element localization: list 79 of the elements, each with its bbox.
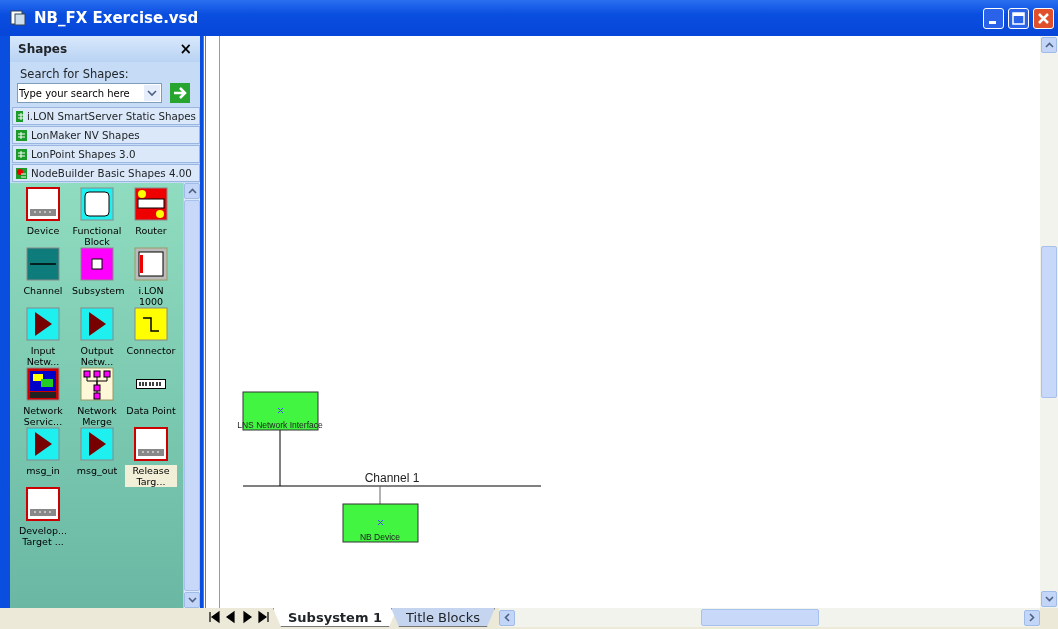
shape-label[interactable]: Output Netw... <box>71 345 123 368</box>
previous-icon <box>224 610 238 624</box>
search-field[interactable]: Type your search here <box>17 83 162 104</box>
minimize-button[interactable] <box>983 7 1004 29</box>
stencil-item[interactable]: NodeBuilder Basic Shapes 4.00 <box>12 164 200 183</box>
chevron-right-icon <box>1029 613 1035 622</box>
cross-icon <box>277 407 284 414</box>
scrollbar-thumb[interactable] <box>700 609 819 626</box>
computer-icon <box>26 367 60 402</box>
meter-icon <box>136 379 166 390</box>
shape-label[interactable]: Input Netw... <box>17 345 69 368</box>
scroll-up-button[interactable] <box>1041 37 1057 53</box>
router-icon <box>134 187 168 222</box>
cross-icon <box>377 519 384 526</box>
shape-label[interactable]: Channel <box>17 285 69 297</box>
last-page-icon <box>256 610 270 624</box>
stencil-item[interactable]: LonPoint Shapes 3.0 <box>12 145 200 164</box>
stencil-item[interactable]: i.LON SmartServer Static Shapes <box>12 107 200 126</box>
subsystem-icon <box>80 247 114 282</box>
shape-label[interactable]: Develop... Target ... <box>17 525 69 548</box>
search-label: Search for Shapes: <box>20 66 129 83</box>
window-title: NB_FX Exercise.vsd <box>34 7 200 29</box>
connector-line <box>279 429 281 487</box>
chevron-up-icon <box>187 188 197 195</box>
scroll-left-button[interactable] <box>498 609 515 626</box>
first-page-icon <box>208 610 222 624</box>
stencil-icon <box>16 167 27 179</box>
shape-label[interactable]: Network Servic... <box>17 405 69 428</box>
scroll-right-button[interactable] <box>1024 609 1040 626</box>
shape-label[interactable]: Subsystem <box>71 285 123 297</box>
close-icon <box>1037 11 1050 25</box>
shape-label[interactable]: Release Targ... <box>125 465 177 488</box>
chevron-up-icon <box>1044 42 1054 48</box>
maximize-icon <box>1012 11 1025 25</box>
scroll-down-button[interactable] <box>1041 591 1057 607</box>
shape-label[interactable]: msg_out <box>71 465 123 477</box>
channel-label: Channel 1 <box>364 471 420 485</box>
minimize-icon <box>988 20 996 24</box>
dropdown-icon[interactable] <box>144 85 160 102</box>
scroll-down-button[interactable] <box>184 592 200 608</box>
chevron-down-icon <box>1044 596 1054 602</box>
chevron-down-icon <box>187 597 197 603</box>
panel-icon <box>134 247 168 282</box>
close-button[interactable] <box>1033 7 1054 29</box>
device-node[interactable] <box>342 503 419 543</box>
scroll-up-button[interactable] <box>184 183 200 200</box>
channel-icon <box>26 247 60 282</box>
shape-label[interactable]: Data Point <box>125 405 177 417</box>
chevron-left-icon <box>503 613 510 622</box>
scrollbar-thumb[interactable] <box>1041 246 1057 398</box>
shape-label[interactable]: Connector <box>125 345 177 357</box>
shape-label[interactable]: Functional Block <box>71 225 123 248</box>
scrollbar-thumb[interactable] <box>184 200 200 591</box>
node-label: NB Device <box>359 532 401 542</box>
connector-icon <box>134 307 168 342</box>
panel-title: Shapes <box>18 41 68 58</box>
maximize-button[interactable] <box>1008 7 1029 29</box>
shape-label[interactable]: Network Merge <box>71 405 123 428</box>
device-icon <box>134 427 168 462</box>
grid-icon <box>16 129 27 141</box>
device-icon <box>26 187 60 222</box>
go-button[interactable] <box>170 83 190 104</box>
tree-icon <box>80 367 114 402</box>
document-icon <box>10 10 26 26</box>
grid-icon <box>16 148 27 160</box>
next-icon <box>240 610 254 624</box>
grid-icon <box>16 110 23 122</box>
last-page-button[interactable] <box>255 608 271 626</box>
block-icon <box>80 187 114 222</box>
sheet-tab[interactable]: Title Blocks <box>391 608 495 627</box>
shape-label[interactable]: i.LON 1000 <box>125 285 177 308</box>
close-button[interactable]: × <box>179 41 192 57</box>
shape-label[interactable]: Device <box>17 225 69 237</box>
shape-label[interactable]: msg_in <box>17 465 69 477</box>
stencil-item[interactable]: LonMaker NV Shapes <box>12 126 200 145</box>
device-icon <box>26 487 60 522</box>
shape-label[interactable]: Router <box>125 225 177 237</box>
connector-line <box>379 485 381 505</box>
first-page-button[interactable] <box>207 608 223 626</box>
